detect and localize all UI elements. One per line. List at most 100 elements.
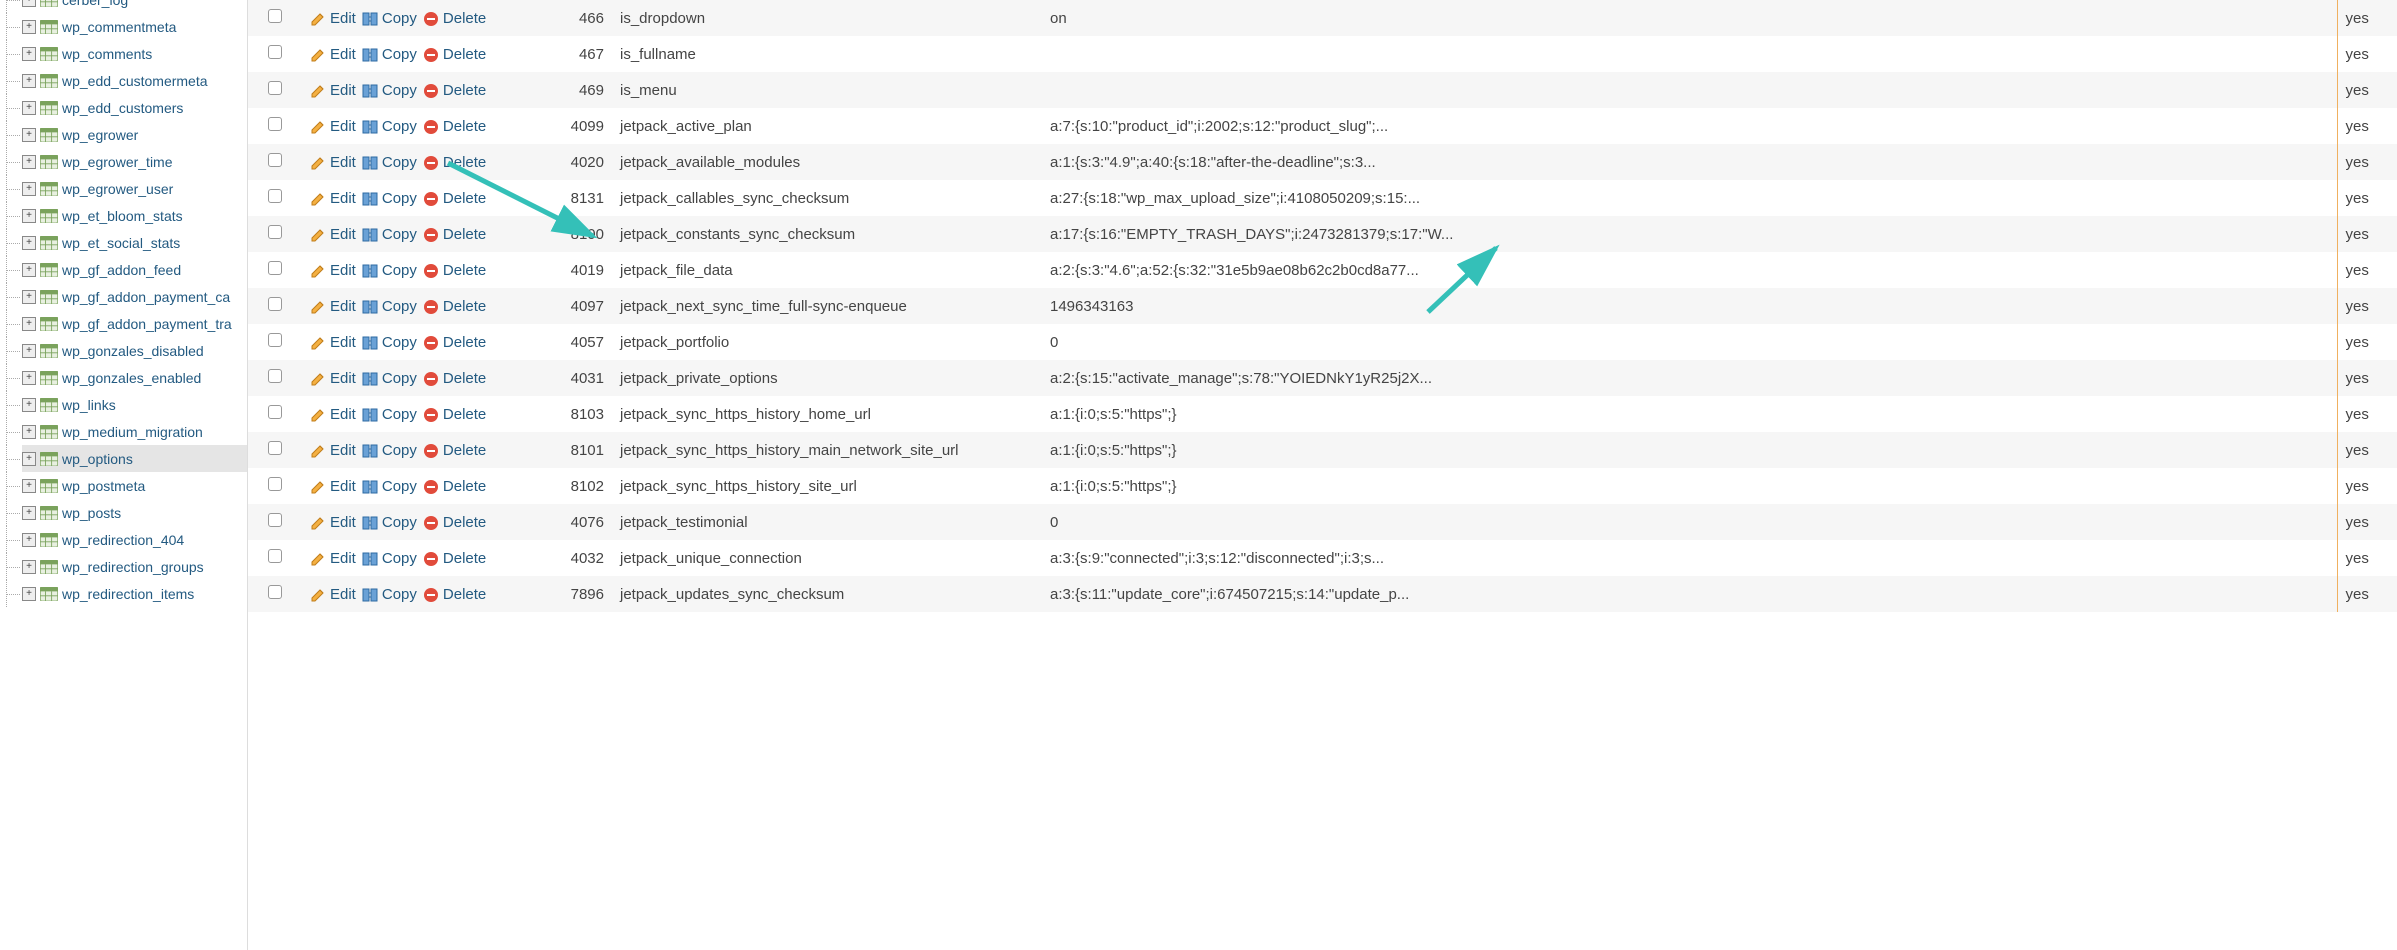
sidebar-item-wp-gonzales-disabled[interactable]: +wp_gonzales_disabled bbox=[22, 337, 247, 364]
row-checkbox[interactable] bbox=[268, 477, 282, 491]
edit-button[interactable]: Edit bbox=[310, 297, 356, 314]
sidebar-item-wp-options[interactable]: +wp_options bbox=[22, 445, 247, 472]
edit-button[interactable]: Edit bbox=[310, 225, 356, 242]
expand-icon[interactable]: + bbox=[22, 74, 36, 88]
expand-icon[interactable]: + bbox=[22, 425, 36, 439]
copy-button[interactable]: Copy bbox=[362, 153, 417, 170]
delete-button[interactable]: Delete bbox=[423, 9, 486, 26]
copy-button[interactable]: Copy bbox=[362, 81, 417, 98]
expand-icon[interactable]: + bbox=[22, 506, 36, 520]
expand-icon[interactable]: + bbox=[22, 236, 36, 250]
delete-button[interactable]: Delete bbox=[423, 225, 486, 242]
row-checkbox[interactable] bbox=[268, 225, 282, 239]
delete-button[interactable]: Delete bbox=[423, 549, 486, 566]
expand-icon[interactable]: + bbox=[22, 47, 36, 61]
expand-icon[interactable]: + bbox=[22, 101, 36, 115]
expand-icon[interactable]: + bbox=[22, 587, 36, 601]
expand-icon[interactable]: + bbox=[22, 344, 36, 358]
expand-icon[interactable]: + bbox=[22, 479, 36, 493]
sidebar-item-wp-commentmeta[interactable]: +wp_commentmeta bbox=[22, 13, 247, 40]
expand-icon[interactable]: + bbox=[22, 560, 36, 574]
edit-button[interactable]: Edit bbox=[310, 405, 356, 422]
sidebar-item-wp-redirection-404[interactable]: +wp_redirection_404 bbox=[22, 526, 247, 553]
sidebar-item-wp-egrower-time[interactable]: +wp_egrower_time bbox=[22, 148, 247, 175]
copy-button[interactable]: Copy bbox=[362, 189, 417, 206]
edit-button[interactable]: Edit bbox=[310, 369, 356, 386]
row-checkbox[interactable] bbox=[268, 441, 282, 455]
delete-button[interactable]: Delete bbox=[423, 405, 486, 422]
edit-button[interactable]: Edit bbox=[310, 189, 356, 206]
sidebar-item-wp-postmeta[interactable]: +wp_postmeta bbox=[22, 472, 247, 499]
row-checkbox[interactable] bbox=[268, 405, 282, 419]
delete-button[interactable]: Delete bbox=[423, 81, 486, 98]
row-checkbox[interactable] bbox=[268, 81, 282, 95]
copy-button[interactable]: Copy bbox=[362, 297, 417, 314]
edit-button[interactable]: Edit bbox=[310, 81, 356, 98]
sidebar-item-wp-gf-addon-payment-ca[interactable]: +wp_gf_addon_payment_ca bbox=[22, 283, 247, 310]
expand-icon[interactable]: + bbox=[22, 398, 36, 412]
edit-button[interactable]: Edit bbox=[310, 9, 356, 26]
expand-icon[interactable]: + bbox=[22, 128, 36, 142]
copy-button[interactable]: Copy bbox=[362, 261, 417, 278]
sidebar-item-wp-redirection-items[interactable]: +wp_redirection_items bbox=[22, 580, 247, 607]
row-checkbox[interactable] bbox=[268, 369, 282, 383]
delete-button[interactable]: Delete bbox=[423, 513, 486, 530]
expand-icon[interactable]: + bbox=[22, 533, 36, 547]
expand-icon[interactable]: + bbox=[22, 290, 36, 304]
sidebar-item-wp-posts[interactable]: +wp_posts bbox=[22, 499, 247, 526]
delete-button[interactable]: Delete bbox=[423, 117, 486, 134]
copy-button[interactable]: Copy bbox=[362, 117, 417, 134]
sidebar-item-wp-et-social-stats[interactable]: +wp_et_social_stats bbox=[22, 229, 247, 256]
delete-button[interactable]: Delete bbox=[423, 369, 486, 386]
edit-button[interactable]: Edit bbox=[310, 153, 356, 170]
copy-button[interactable]: Copy bbox=[362, 45, 417, 62]
expand-icon[interactable]: + bbox=[22, 371, 36, 385]
row-checkbox[interactable] bbox=[268, 513, 282, 527]
edit-button[interactable]: Edit bbox=[310, 45, 356, 62]
copy-button[interactable]: Copy bbox=[362, 405, 417, 422]
edit-button[interactable]: Edit bbox=[310, 549, 356, 566]
expand-icon[interactable]: + bbox=[22, 0, 36, 7]
row-checkbox[interactable] bbox=[268, 549, 282, 563]
edit-button[interactable]: Edit bbox=[310, 477, 356, 494]
expand-icon[interactable]: + bbox=[22, 182, 36, 196]
edit-button[interactable]: Edit bbox=[310, 261, 356, 278]
edit-button[interactable]: Edit bbox=[310, 441, 356, 458]
sidebar-item-cerber-log[interactable]: +cerber_log bbox=[22, 0, 247, 13]
delete-button[interactable]: Delete bbox=[423, 441, 486, 458]
row-checkbox[interactable] bbox=[268, 333, 282, 347]
sidebar-item-wp-gf-addon-feed[interactable]: +wp_gf_addon_feed bbox=[22, 256, 247, 283]
delete-button[interactable]: Delete bbox=[423, 585, 486, 602]
sidebar-item-wp-comments[interactable]: +wp_comments bbox=[22, 40, 247, 67]
expand-icon[interactable]: + bbox=[22, 263, 36, 277]
expand-icon[interactable]: + bbox=[22, 317, 36, 331]
row-checkbox[interactable] bbox=[268, 153, 282, 167]
delete-button[interactable]: Delete bbox=[423, 261, 486, 278]
edit-button[interactable]: Edit bbox=[310, 117, 356, 134]
row-checkbox[interactable] bbox=[268, 189, 282, 203]
edit-button[interactable]: Edit bbox=[310, 333, 356, 350]
copy-button[interactable]: Copy bbox=[362, 585, 417, 602]
copy-button[interactable]: Copy bbox=[362, 513, 417, 530]
sidebar-item-wp-gf-addon-payment-tra[interactable]: +wp_gf_addon_payment_tra bbox=[22, 310, 247, 337]
delete-button[interactable]: Delete bbox=[423, 477, 486, 494]
delete-button[interactable]: Delete bbox=[423, 333, 486, 350]
copy-button[interactable]: Copy bbox=[362, 333, 417, 350]
copy-button[interactable]: Copy bbox=[362, 441, 417, 458]
sidebar-item-wp-medium-migration[interactable]: +wp_medium_migration bbox=[22, 418, 247, 445]
copy-button[interactable]: Copy bbox=[362, 477, 417, 494]
copy-button[interactable]: Copy bbox=[362, 549, 417, 566]
delete-button[interactable]: Delete bbox=[423, 153, 486, 170]
delete-button[interactable]: Delete bbox=[423, 45, 486, 62]
sidebar-item-wp-egrower-user[interactable]: +wp_egrower_user bbox=[22, 175, 247, 202]
row-checkbox[interactable] bbox=[268, 297, 282, 311]
copy-button[interactable]: Copy bbox=[362, 9, 417, 26]
sidebar-item-wp-edd-customermeta[interactable]: +wp_edd_customermeta bbox=[22, 67, 247, 94]
row-checkbox[interactable] bbox=[268, 261, 282, 275]
edit-button[interactable]: Edit bbox=[310, 513, 356, 530]
row-checkbox[interactable] bbox=[268, 9, 282, 23]
expand-icon[interactable]: + bbox=[22, 20, 36, 34]
edit-button[interactable]: Edit bbox=[310, 585, 356, 602]
copy-button[interactable]: Copy bbox=[362, 225, 417, 242]
copy-button[interactable]: Copy bbox=[362, 369, 417, 386]
